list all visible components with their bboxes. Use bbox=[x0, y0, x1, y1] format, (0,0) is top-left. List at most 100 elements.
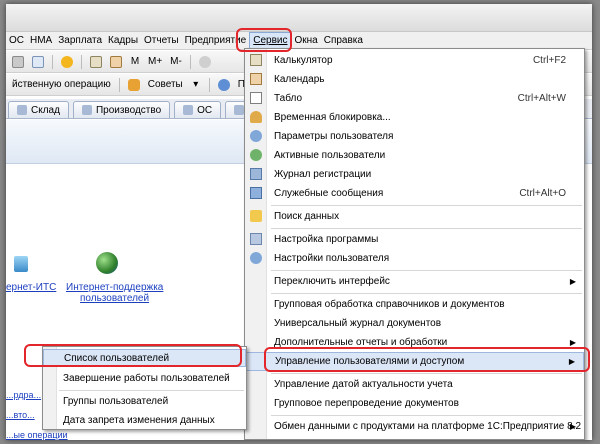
submenu-item-lock-date[interactable]: Дата запрета изменения данных bbox=[43, 411, 246, 429]
menu-service[interactable]: Сервис bbox=[249, 31, 292, 50]
tips-button[interactable]: Советы bbox=[146, 77, 185, 93]
tab-fixed-assets[interactable]: ОС bbox=[174, 101, 222, 118]
assets-icon bbox=[183, 105, 194, 115]
tab-label: ОС bbox=[197, 104, 213, 116]
side-link-1[interactable]: ...рдра... bbox=[6, 390, 41, 400]
menu-item-label: Групповая обработка справочников и докум… bbox=[274, 299, 505, 310]
menu-separator bbox=[271, 373, 582, 374]
memory-minus-button[interactable]: М- bbox=[168, 54, 184, 70]
memory-button[interactable]: М bbox=[128, 54, 142, 70]
submenu-item-label: Группы пользователей bbox=[63, 395, 169, 407]
intangible-icon bbox=[234, 105, 245, 115]
menu-item-label: Временная блокировка... bbox=[274, 112, 391, 123]
service-menu-dropdown: Калькулятор Ctrl+F2 Календарь Табло Ctrl… bbox=[244, 48, 585, 440]
support-link-line2[interactable]: пользователей bbox=[80, 293, 149, 304]
menu-separator bbox=[271, 205, 582, 206]
submenu-arrow-icon: ▶ bbox=[569, 422, 576, 431]
menu-item-user-settings[interactable]: Настройки пользователя bbox=[245, 249, 584, 268]
its-link[interactable]: ернет-ИТС bbox=[6, 282, 56, 293]
menu-item-universal-journal[interactable]: Универсальный журнал документов bbox=[245, 314, 584, 333]
menu-item-switch-interface[interactable]: Переключить интерфейс ▶ bbox=[245, 272, 584, 291]
production-icon bbox=[81, 105, 92, 115]
calculator-icon[interactable] bbox=[88, 54, 104, 70]
menu-item-label: Обмен данными с продуктами на платформе … bbox=[274, 421, 582, 432]
chevron-down-icon[interactable]: ▾ bbox=[189, 77, 203, 93]
print-icon[interactable] bbox=[10, 54, 26, 70]
menu-separator bbox=[271, 228, 582, 229]
menu-item-label: Переключить интерфейс bbox=[274, 276, 390, 287]
user-prefs-icon bbox=[250, 252, 262, 264]
copy-icon[interactable] bbox=[30, 54, 46, 70]
menu-item-group-reposting[interactable]: Групповое перепроведение документов bbox=[245, 394, 584, 413]
submenu-arrow-icon: ▶ bbox=[568, 357, 575, 366]
user-settings-icon bbox=[250, 130, 262, 142]
menu-item-program-settings[interactable]: Настройка программы bbox=[245, 230, 584, 249]
submenu-item-terminate-sessions[interactable]: Завершение работы пользователей bbox=[43, 369, 246, 387]
menu-item-scoreboard[interactable]: Табло Ctrl+Alt+W bbox=[245, 89, 584, 108]
menu-reports[interactable]: Отчеты bbox=[141, 32, 182, 50]
menu-item-label: Управление датой актуальности учета bbox=[274, 379, 453, 390]
calculator-icon bbox=[250, 54, 262, 66]
menu-item-shortcut: Ctrl+F2 bbox=[532, 55, 566, 66]
active-users-icon bbox=[250, 149, 262, 161]
menu-item-data-search[interactable]: Поиск данных bbox=[245, 207, 584, 226]
operation-button[interactable]: йственную операцию bbox=[10, 77, 113, 93]
calendar-icon[interactable] bbox=[108, 54, 124, 70]
menu-item-data-exchange[interactable]: Обмен данными с продуктами на платформе … bbox=[245, 417, 584, 436]
its-icon bbox=[14, 256, 30, 274]
menu-item-shortcut: Ctrl+Alt+W bbox=[517, 93, 566, 104]
toolbar-separator bbox=[52, 54, 53, 69]
log-icon bbox=[250, 168, 262, 180]
tab-production[interactable]: Производство bbox=[72, 101, 171, 118]
warehouse-icon bbox=[17, 105, 27, 115]
menu-item-calculator[interactable]: Калькулятор Ctrl+F2 bbox=[245, 51, 584, 70]
scoreboard-icon bbox=[250, 92, 262, 104]
menu-item-accounting-date[interactable]: Управление датой актуальности учета bbox=[245, 375, 584, 394]
app-window: ОС НМА Зарплата Кадры Отчеты Предприятие… bbox=[6, 4, 592, 440]
submenu-item-label: Дата запрета изменения данных bbox=[63, 414, 215, 426]
menu-item-extra-reports[interactable]: Дополнительные отчеты и обработки ▶ bbox=[245, 333, 584, 352]
submenu-item-user-list[interactable]: Список пользователей bbox=[43, 349, 246, 367]
menu-item-active-users[interactable]: Активные пользователи bbox=[245, 146, 584, 165]
menu-item-calendar[interactable]: Календарь bbox=[245, 70, 584, 89]
info-icon[interactable] bbox=[59, 54, 75, 70]
menu-windows[interactable]: Окна bbox=[291, 32, 320, 50]
side-link-2[interactable]: ...вто... bbox=[6, 410, 35, 420]
menu-nma[interactable]: НМА bbox=[27, 32, 55, 50]
memory-plus-button[interactable]: М+ bbox=[146, 54, 164, 70]
menu-item-label: Дополнительные отчеты и обработки bbox=[274, 337, 448, 348]
menu-separator bbox=[59, 390, 244, 391]
menu-item-user-params[interactable]: Параметры пользователя bbox=[245, 127, 584, 146]
menu-item-label: Настройки пользователя bbox=[274, 253, 390, 264]
menu-salary[interactable]: Зарплата bbox=[55, 32, 105, 50]
tools-icon[interactable] bbox=[197, 54, 213, 70]
menu-item-temp-lock[interactable]: Временная блокировка... bbox=[245, 108, 584, 127]
submenu-item-user-groups[interactable]: Группы пользователей bbox=[43, 392, 246, 410]
menu-item-event-log[interactable]: Журнал регистрации bbox=[245, 165, 584, 184]
menu-item-group-processing[interactable]: Групповая обработка справочников и докум… bbox=[245, 295, 584, 314]
menu-item-label: Календарь bbox=[274, 74, 325, 85]
menu-item-label: Групповое перепроведение документов bbox=[274, 398, 459, 409]
menu-help[interactable]: Справка bbox=[321, 32, 366, 50]
menu-separator bbox=[271, 293, 582, 294]
menu-separator bbox=[271, 415, 582, 416]
support-link[interactable]: Интернет-поддержка bbox=[66, 282, 163, 293]
menu-item-service-messages[interactable]: Служебные сообщения Ctrl+Alt+O bbox=[245, 184, 584, 203]
users-submenu: Список пользователей Завершение работы п… bbox=[42, 346, 247, 430]
menu-item-user-management[interactable]: Управление пользователями и доступом ▶ bbox=[245, 352, 584, 371]
calendar-icon bbox=[250, 73, 262, 85]
menu-separator bbox=[271, 270, 582, 271]
menu-os[interactable]: ОС bbox=[6, 32, 27, 50]
menu-enterprise[interactable]: Предприятие bbox=[182, 32, 250, 50]
toolbar-separator bbox=[118, 77, 120, 92]
menu-item-label: Управление пользователями и доступом bbox=[275, 356, 465, 367]
side-link-3[interactable]: ...ые операции bbox=[6, 430, 68, 440]
menu-item-label: Табло bbox=[274, 93, 303, 104]
menu-hr[interactable]: Кадры bbox=[105, 32, 141, 50]
menu-item-label: Параметры пользователя bbox=[274, 131, 394, 142]
globe-icon bbox=[96, 252, 120, 276]
messages-icon bbox=[250, 187, 262, 199]
tab-label: Склад bbox=[31, 104, 60, 116]
tab-warehouse[interactable]: Склад bbox=[8, 101, 69, 118]
program-settings-icon bbox=[250, 233, 262, 245]
